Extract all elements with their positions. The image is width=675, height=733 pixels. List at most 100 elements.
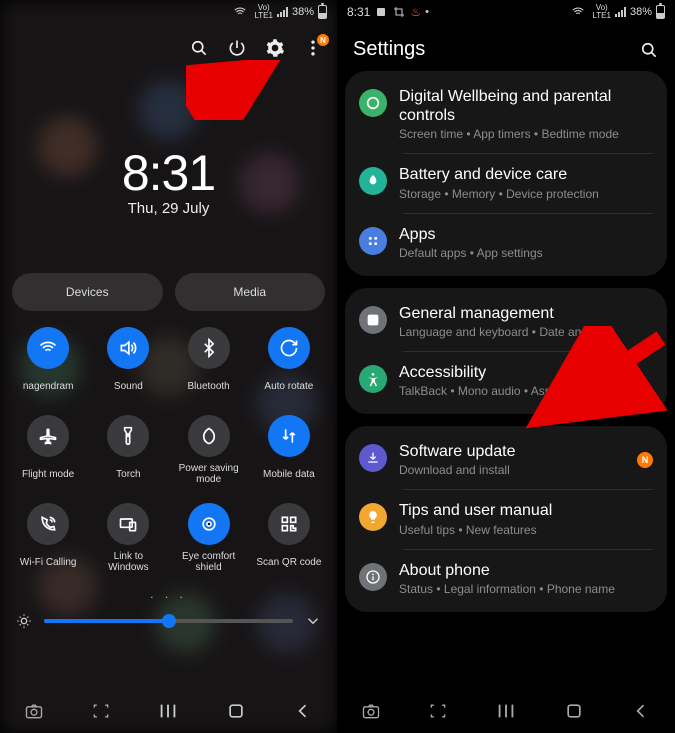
clock-time: 8:31 xyxy=(0,144,337,202)
media-pill[interactable]: Media xyxy=(175,273,326,311)
settings-row-wellbeing[interactable]: Digital Wellbeing and parental controls S… xyxy=(345,75,667,153)
settings-row-care[interactable]: Battery and device careStorage • Memory … xyxy=(345,153,667,212)
tile-link[interactable]: Link to Windows xyxy=(92,503,164,573)
a11y-icon xyxy=(359,365,387,393)
recents-button[interactable] xyxy=(493,698,519,724)
tile-label: Wi-Fi Calling xyxy=(20,551,77,573)
wifi-icon xyxy=(27,327,69,369)
care-icon xyxy=(359,167,387,195)
brightness-slider[interactable] xyxy=(44,619,293,623)
settings-title: Settings xyxy=(353,38,425,61)
quick-tiles: nagendram Sound BluetoothAuto rotate Flight… xyxy=(0,327,337,573)
torch-icon xyxy=(107,415,149,457)
tips-icon xyxy=(359,503,387,531)
tile-sound[interactable]: Sound xyxy=(92,327,164,397)
nav-bar xyxy=(0,689,337,733)
pager-dots: . . . xyxy=(0,587,337,601)
flame-icon: ♨ xyxy=(410,5,421,19)
home-button[interactable] xyxy=(223,698,249,724)
settings-row-apps[interactable]: AppsDefault apps • App settings xyxy=(345,213,667,272)
camera-icon[interactable] xyxy=(358,698,384,724)
tile-label: Eye comfort shield xyxy=(173,551,245,573)
settings-row-a11y[interactable]: Accessibility TalkBack • Mono audio • Ass… xyxy=(345,351,667,410)
tile-wificall[interactable]: Wi-Fi Calling xyxy=(12,503,84,573)
tile-label: Torch xyxy=(116,463,140,485)
tile-label: Link to Windows xyxy=(92,551,164,573)
scan-icon[interactable] xyxy=(425,698,451,724)
gear-icon[interactable] xyxy=(265,38,285,58)
sound-icon xyxy=(107,327,149,369)
tile-label: Power saving mode xyxy=(173,463,245,485)
recents-button[interactable] xyxy=(155,698,181,724)
row-subtitle: TalkBack • Mono audio • Assistant menu xyxy=(399,384,653,398)
quick-panel-top-icons xyxy=(0,24,337,66)
tile-eye[interactable]: Eye comfort shield xyxy=(173,503,245,573)
settings-row-about[interactable]: About phone Status • Legal information • … xyxy=(345,549,667,608)
home-button[interactable] xyxy=(561,698,587,724)
chevron-down-icon[interactable] xyxy=(303,611,323,631)
tile-rotate[interactable]: Auto rotate xyxy=(253,327,325,397)
row-subtitle: Download and install xyxy=(399,463,625,477)
tile-label: Scan QR code xyxy=(256,551,321,573)
tile-label: Sound xyxy=(114,375,143,397)
tile-label: Mobile data xyxy=(263,463,315,485)
status-app-icon xyxy=(374,5,388,19)
brightness-icon xyxy=(14,611,34,631)
brightness-row xyxy=(0,605,337,631)
tile-data[interactable]: Mobile data xyxy=(253,415,325,485)
eye-icon xyxy=(188,503,230,545)
search-icon[interactable] xyxy=(189,38,209,58)
signal-icon xyxy=(277,7,288,17)
plane-icon xyxy=(27,415,69,457)
row-subtitle: Language and keyboard • Date and time xyxy=(399,325,653,339)
row-subtitle: Status • Legal information • Phone name xyxy=(399,582,653,596)
settings-list: Digital Wellbeing and parental controls S… xyxy=(337,71,675,674)
tile-qr[interactable]: Scan QR code xyxy=(253,503,325,573)
tile-wifi[interactable]: nagendram xyxy=(12,327,84,397)
settings-group: General management Language and keyboard … xyxy=(345,288,667,414)
row-subtitle: Screen time • App timers • Bedtime mode xyxy=(399,127,653,141)
row-title: Digital Wellbeing and parental controls xyxy=(399,87,653,125)
status-bar: 8:31 ♨ • Vo)LTE1 38% xyxy=(337,0,675,24)
tile-label: Flight mode xyxy=(22,463,74,485)
update-icon xyxy=(359,444,387,472)
row-title: About phone xyxy=(399,561,653,580)
devices-pill[interactable]: Devices xyxy=(12,273,163,311)
search-icon[interactable] xyxy=(639,40,659,60)
camera-icon[interactable] xyxy=(21,698,47,724)
row-subtitle: Default apps • App settings xyxy=(399,246,653,260)
back-button[interactable] xyxy=(290,698,316,724)
general-icon xyxy=(359,306,387,334)
row-title: Battery and device care xyxy=(399,165,653,184)
wifi-status-icon xyxy=(568,2,588,22)
settings-row-tips[interactable]: Tips and user manualUseful tips • New fe… xyxy=(345,489,667,548)
quick-panel-screen: Vo)LTE1 38% 8:31 Thu, 29 July Devices Me… xyxy=(0,0,337,733)
row-title: Software update xyxy=(399,442,625,461)
settings-screen: 8:31 ♨ • Vo)LTE1 38% Settings Digital We… xyxy=(337,0,675,733)
update-badge: N xyxy=(637,452,653,468)
tile-bluetooth[interactable]: Bluetooth xyxy=(173,327,245,397)
tile-torch[interactable]: Torch xyxy=(92,415,164,485)
settings-header: Settings xyxy=(337,24,675,71)
row-title: Tips and user manual xyxy=(399,501,653,520)
settings-row-general[interactable]: General management Language and keyboard … xyxy=(345,292,667,351)
battery-percent: 38% xyxy=(630,6,652,18)
tile-leaf[interactable]: Power saving mode xyxy=(173,415,245,485)
status-bar: Vo)LTE1 38% xyxy=(0,0,337,24)
more-icon[interactable] xyxy=(303,38,323,58)
row-title: Accessibility xyxy=(399,363,653,382)
leaf-icon xyxy=(188,415,230,457)
clock-block: 8:31 Thu, 29 July xyxy=(0,144,337,217)
bluetooth-icon xyxy=(188,327,230,369)
settings-group: Digital Wellbeing and parental controls S… xyxy=(345,71,667,276)
tile-plane[interactable]: Flight mode xyxy=(12,415,84,485)
power-icon[interactable] xyxy=(227,38,247,58)
settings-row-update[interactable]: Software update Download and install N xyxy=(345,430,667,489)
row-title: General management xyxy=(399,304,653,323)
back-button[interactable] xyxy=(628,698,654,724)
scan-icon[interactable] xyxy=(88,698,114,724)
tile-label: nagendram xyxy=(23,375,74,397)
wifi-status-icon xyxy=(230,2,250,22)
data-icon xyxy=(268,415,310,457)
about-icon xyxy=(359,563,387,591)
